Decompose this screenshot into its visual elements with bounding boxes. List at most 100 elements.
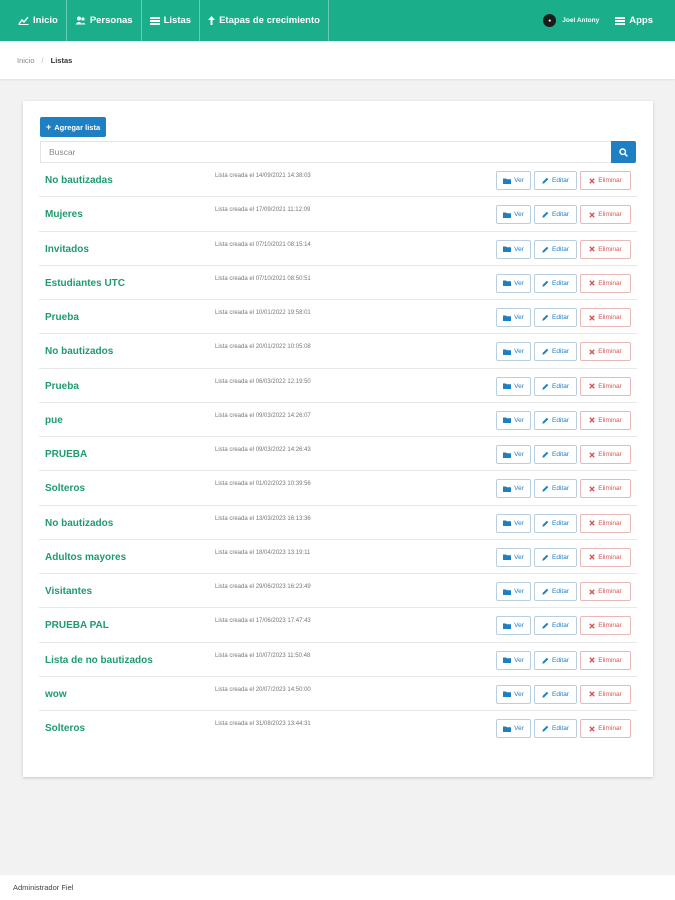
view-button[interactable]: Ver [496, 582, 531, 601]
view-button[interactable]: Ver [496, 719, 531, 738]
view-button[interactable]: Ver [496, 171, 531, 190]
close-icon [589, 520, 595, 526]
list-name-link[interactable]: No bautizados [45, 346, 113, 357]
pencil-icon [542, 554, 549, 561]
edit-button[interactable]: Editar [534, 616, 577, 636]
row-actions: Ver Editar Eliminar [496, 239, 631, 259]
edit-label: Editar [552, 519, 569, 527]
breadcrumb-home[interactable]: Inicio [17, 56, 35, 65]
delete-button[interactable]: Eliminar [580, 650, 631, 670]
edit-button[interactable]: Editar [534, 171, 577, 190]
add-list-button[interactable]: + Agregar lista [40, 117, 107, 137]
list-name-link[interactable]: Mujeres [45, 209, 83, 220]
view-button[interactable]: Ver [496, 616, 531, 636]
folder-icon [503, 657, 512, 663]
footer-text: Administrador Fiel [13, 883, 74, 892]
delete-button[interactable]: Eliminar [580, 445, 631, 464]
delete-button[interactable]: Eliminar [580, 684, 631, 704]
list-name-link[interactable]: Prueba [45, 312, 79, 323]
apps-menu[interactable]: Apps [609, 0, 675, 41]
edit-button[interactable]: Editar [534, 239, 577, 259]
list-name-link[interactable]: Adultos mayores [45, 552, 126, 563]
delete-button[interactable]: Eliminar [580, 205, 631, 225]
view-button[interactable]: Ver [496, 445, 531, 464]
delete-button[interactable]: Eliminar [580, 616, 631, 636]
delete-button[interactable]: Eliminar [580, 582, 631, 601]
list-created-date: Lista creada el 10/01/2022 19:58:01 [215, 310, 311, 316]
edit-button[interactable]: Editar [534, 513, 577, 533]
close-icon [589, 486, 595, 492]
list-name-link[interactable]: Prueba [45, 381, 79, 392]
view-button[interactable]: Ver [496, 650, 531, 670]
view-button[interactable]: Ver [496, 342, 531, 362]
arrow-up-icon [208, 16, 216, 25]
view-button[interactable]: Ver [496, 479, 531, 499]
view-button[interactable]: Ver [496, 684, 531, 704]
list-name-link[interactable]: Invitados [45, 244, 89, 255]
list-name-link[interactable]: PRUEBA PAL [45, 620, 109, 631]
edit-button[interactable]: Editar [534, 479, 577, 499]
delete-button[interactable]: Eliminar [580, 239, 631, 259]
nav-item-inicio[interactable]: Inicio [0, 0, 67, 41]
list-name-link[interactable]: Visitantes [45, 586, 92, 597]
view-button[interactable]: Ver [496, 547, 531, 567]
view-button[interactable]: Ver [496, 273, 531, 293]
list-item: No bautizados Lista creada el 20/01/2022 … [39, 334, 637, 369]
edit-button[interactable]: Editar [534, 308, 577, 327]
list-item: PRUEBA PAL Lista creada el 17/06/2023 17:… [39, 608, 637, 643]
view-button[interactable]: Ver [496, 376, 531, 396]
nav-item-listas[interactable]: Listas [142, 0, 201, 41]
list-name-link[interactable]: Solteros [45, 723, 85, 734]
list-item: Visitantes Lista creada el 29/06/2023 16:… [39, 574, 637, 609]
list-name-link[interactable]: pue [45, 415, 63, 426]
view-label: Ver [514, 553, 524, 561]
list-name-link[interactable]: Estudiantes UTC [45, 278, 125, 289]
edit-button[interactable]: Editar [534, 684, 577, 704]
edit-button[interactable]: Editar [534, 376, 577, 396]
view-button[interactable]: Ver [496, 239, 531, 259]
list-name-link[interactable]: No bautizados [45, 518, 113, 529]
list-name-link[interactable]: Lista de no bautizados [45, 655, 153, 666]
delete-button[interactable]: Eliminar [580, 513, 631, 533]
delete-button[interactable]: Eliminar [580, 719, 631, 738]
list-name-link[interactable]: Solteros [45, 483, 85, 494]
edit-button[interactable]: Editar [534, 342, 577, 362]
row-actions: Ver Editar Eliminar [496, 616, 631, 636]
edit-label: Editar [552, 485, 569, 493]
delete-button[interactable]: Eliminar [580, 342, 631, 362]
delete-button[interactable]: Eliminar [580, 376, 631, 396]
search-button[interactable] [611, 141, 636, 163]
list-name-link[interactable]: wow [45, 689, 67, 700]
edit-button[interactable]: Editar [534, 273, 577, 293]
delete-label: Eliminar [598, 656, 622, 664]
view-button[interactable]: Ver [496, 205, 531, 225]
pencil-icon [542, 725, 549, 732]
list-item: No bautizadas Lista creada el 14/09/2021 … [39, 163, 637, 198]
edit-button[interactable]: Editar [534, 445, 577, 464]
edit-button[interactable]: Editar [534, 650, 577, 670]
delete-button[interactable]: Eliminar [580, 308, 631, 327]
edit-button[interactable]: Editar [534, 582, 577, 601]
list-name-link[interactable]: PRUEBA [45, 449, 87, 460]
view-button[interactable]: Ver [496, 513, 531, 533]
edit-button[interactable]: Editar [534, 410, 577, 430]
edit-button[interactable]: Editar [534, 719, 577, 738]
breadcrumb-separator: / [41, 55, 44, 65]
search-input[interactable] [40, 141, 611, 163]
delete-button[interactable]: Eliminar [580, 171, 631, 190]
list-name-link[interactable]: No bautizadas [45, 175, 113, 186]
lists-card: + Agregar lista No bautizadas Lista cread… [23, 101, 653, 777]
edit-button[interactable]: Editar [534, 205, 577, 225]
view-label: Ver [514, 211, 524, 219]
delete-button[interactable]: Eliminar [580, 479, 631, 499]
nav-item-personas[interactable]: Personas [67, 0, 142, 41]
edit-button[interactable]: Editar [534, 547, 577, 567]
view-button[interactable]: Ver [496, 308, 531, 327]
nav-item-etapas[interactable]: Etapas de crecimiento [200, 0, 329, 41]
view-button[interactable]: Ver [496, 410, 531, 430]
delete-button[interactable]: Eliminar [580, 273, 631, 293]
row-actions: Ver Editar Eliminar [496, 205, 631, 225]
user-menu[interactable]: ● Joel Antony [533, 0, 609, 41]
delete-button[interactable]: Eliminar [580, 410, 631, 430]
delete-button[interactable]: Eliminar [580, 547, 631, 567]
